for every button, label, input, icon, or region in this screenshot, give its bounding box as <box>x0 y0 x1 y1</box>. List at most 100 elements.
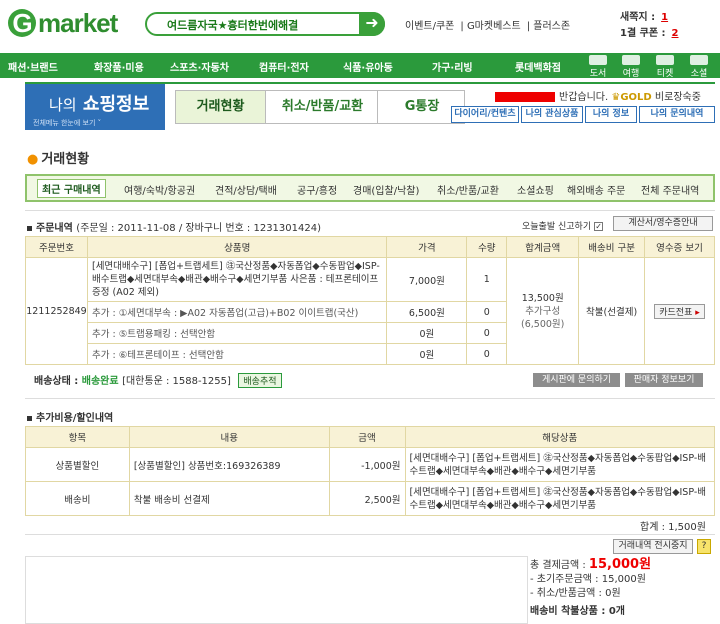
tab-cancel-return[interactable]: 취소/반품/교환 <box>268 91 378 123</box>
filter-bar: 최근 구매내역 여행/숙박/항공권 견적/상담/택배 공구/흥정 경매(입찰/낙… <box>25 174 715 202</box>
category-nav: 패션·브랜드 화장품·미용 스포츠·자동차 컴퓨터·전자 식품·유아동 가구·리… <box>0 53 720 78</box>
sum-cell: 13,500원 추가구성 (6,500원) <box>506 257 580 365</box>
promo-banner[interactable]: 여드름자국★흉터한번에해결 ➜ <box>145 12 385 36</box>
coupon-count[interactable]: 2 <box>672 28 679 39</box>
checkbox[interactable]: ✓ <box>594 222 604 231</box>
square-bullet-icon <box>27 225 32 231</box>
filter-social[interactable]: 소셜쇼핑 <box>517 182 554 197</box>
extra-option: 추가 : ⑥테프론테이프 : 선택안함 <box>86 343 388 365</box>
col-order-no: 주문번호 <box>25 236 88 258</box>
col-receipt: 영수증 보기 <box>644 236 715 258</box>
divider <box>25 398 715 399</box>
extra-option: 추가 : ①세면대부속 : ▶A02 자동폽업(고급)+B02 이이트랩(국산) <box>86 301 388 323</box>
page-title: ● 거래현황 <box>27 152 90 167</box>
row-content: 착불 배송비 선결제 <box>128 481 330 516</box>
divider <box>25 534 715 535</box>
cat-computer[interactable]: 컴퓨터·전자 <box>259 59 309 74</box>
nav-ticket[interactable]: 티켓 <box>654 55 676 79</box>
top-links: 이벤트/쿠폰 | G마켓베스트 | 플러스존 <box>405 21 571 32</box>
col-sum: 합계금액 <box>506 236 580 258</box>
filter-cancel[interactable]: 취소/반품/교환 <box>437 182 499 197</box>
book-icon <box>589 55 607 65</box>
report-today[interactable]: 오늘출발 신고하기 ✓ <box>522 219 604 232</box>
order-number: 1211252849 <box>25 257 88 365</box>
total-payment: 15,000원 <box>588 557 652 572</box>
plane-icon <box>622 55 640 65</box>
cat-beauty[interactable]: 화장품·미용 <box>94 59 144 74</box>
extra-price: 0원 <box>386 322 468 344</box>
row-item: 배송비 <box>25 481 130 516</box>
all-menu-link[interactable]: 전체메뉴 한눈에 보기 ˅ <box>33 118 101 128</box>
square-bullet-icon <box>27 415 32 421</box>
cat-lotte[interactable]: 롯데백화점 <box>515 59 561 74</box>
subtab-inquiries[interactable]: 나의 문의내역 <box>639 106 715 123</box>
help-icon[interactable]: ? <box>697 539 711 554</box>
link-events[interactable]: 이벤트/쿠폰 <box>405 21 454 32</box>
filter-group[interactable]: 공구/흥정 <box>297 182 337 197</box>
row-item: 상품별할인 <box>25 447 130 482</box>
filter-travel[interactable]: 여행/숙박/항공권 <box>124 182 195 197</box>
subtab-wishlist[interactable]: 나의 관심상품 <box>521 106 583 123</box>
nav-travel[interactable]: 여행 <box>620 55 642 79</box>
grade-extra[interactable]: 비로장숙중 <box>655 92 701 103</box>
product-name[interactable]: [세면대배수구] [폽업+트랩세트] ㊟국산정품◆자동폽업◆수동팝업◆ISP-배… <box>86 257 388 302</box>
my-shopping-title[interactable]: 나의 쇼핑정보 전체메뉴 한눈에 보기 ˅ <box>25 84 165 130</box>
row-content: [상품별할인] 상품번호:169326389 <box>128 447 330 482</box>
col-qty: 수량 <box>466 236 508 258</box>
product-qty: 1 <box>466 257 508 302</box>
link-best[interactable]: G마켓베스트 <box>467 21 521 32</box>
cat-fashion[interactable]: 패션·브랜드 <box>8 59 58 74</box>
new-notes-count[interactable]: 1 <box>661 12 668 23</box>
col-content: 내용 <box>128 426 330 448</box>
row-amount: -1,000원 <box>328 447 406 482</box>
payment-summary: 총 결제금액 : 15,000원 - 초기주문금액 : 15,000원 - 취소… <box>530 557 652 618</box>
extra-price: 6,500원 <box>386 301 468 323</box>
row-product: [세면대배수구] [폽업+트랩세트] ㊟국산정품◆자동폽업◆수동팝업◆ISP-배… <box>404 481 715 516</box>
arrow-right-icon[interactable]: ➜ <box>359 12 385 36</box>
cancel-amount: - 취소/반품금액 : 0원 <box>530 588 621 599</box>
hide-history-button[interactable]: 거래내역 전시중지 <box>613 539 693 554</box>
initial-amount: - 초기주문금액 : 15,000원 <box>530 574 646 585</box>
filter-overseas[interactable]: 해외배송 주문 <box>567 182 625 197</box>
nav-social[interactable]: 소셜 <box>688 55 710 79</box>
subtab-diary[interactable]: 다이어리/컨텐츠 <box>451 106 519 123</box>
extra-qty: 0 <box>466 343 508 365</box>
row-product: [세면대배수구] [폽업+트랩세트] ㊟국산정품◆자동폽업◆수동팝업◆ISP-배… <box>404 447 715 482</box>
additional-table: 항목 내용 금액 해당상품 상품별할인 [상품별할인] 상품번호:1693263… <box>25 426 715 516</box>
user-counters: 새쪽지 :1 1결 쿠폰 :2 <box>620 12 679 39</box>
card-slip-button[interactable]: 카드전표 ▸ <box>654 303 705 319</box>
product-price: 7,000원 <box>386 257 468 302</box>
filter-auction[interactable]: 경매(입찰/낙찰) <box>353 182 419 197</box>
order-table: 주문번호 상품명 가격 수량 합계금액 배송비 구분 영수증 보기 121125… <box>25 236 715 365</box>
divider <box>25 210 715 211</box>
link-plus[interactable]: 플러스존 <box>533 21 570 32</box>
nav-books[interactable]: 도서 <box>587 55 609 79</box>
crown-icon: ♛ <box>611 92 621 103</box>
main-tabs: 거래현황 취소/반품/교환 G통장 <box>175 90 465 124</box>
order-section-title: 주문내역 (주문일 : 2011-11-08 / 장바구니 번호 : 12313… <box>27 219 321 234</box>
track-shipment-button[interactable]: 배송추적 <box>238 373 282 388</box>
courier-info: [대한통운 : 1588-1255] <box>122 376 231 387</box>
tab-trade-status[interactable]: 거래현황 <box>176 91 266 123</box>
col-product: 상품명 <box>86 236 388 258</box>
summary-left-box <box>25 556 528 624</box>
cat-furniture[interactable]: 가구·리빙 <box>432 59 473 74</box>
filter-recent[interactable]: 최근 구매내역 <box>37 179 106 198</box>
row-amount: 2,500원 <box>328 481 406 516</box>
filter-all[interactable]: 전체 주문내역 <box>641 182 699 197</box>
additional-total: 합계 : 1,500원 <box>640 522 706 533</box>
cat-sports[interactable]: 스포츠·자동차 <box>170 59 229 74</box>
filter-estimate[interactable]: 견적/상담/택배 <box>215 182 277 197</box>
receipt-guide-button[interactable]: 계산서/영수증안내 <box>613 216 713 231</box>
subtab-my-info[interactable]: 나의 정보 <box>585 106 637 123</box>
grade-badge: GOLD <box>620 92 652 103</box>
ask-board-button[interactable]: 게시판에 문의하기 <box>533 373 620 387</box>
ticket-icon <box>656 55 674 65</box>
cat-food[interactable]: 식품·유아동 <box>343 59 393 74</box>
gmarket-logo[interactable]: Gmarket <box>8 8 118 39</box>
seller-info-button[interactable]: 판매자 정보보기 <box>625 373 703 387</box>
extra-qty: 0 <box>466 301 508 323</box>
extra-price: 0원 <box>386 343 468 365</box>
col-item: 항목 <box>25 426 130 448</box>
cod-count: 배송비 착불상품 : 0개 <box>530 606 626 617</box>
